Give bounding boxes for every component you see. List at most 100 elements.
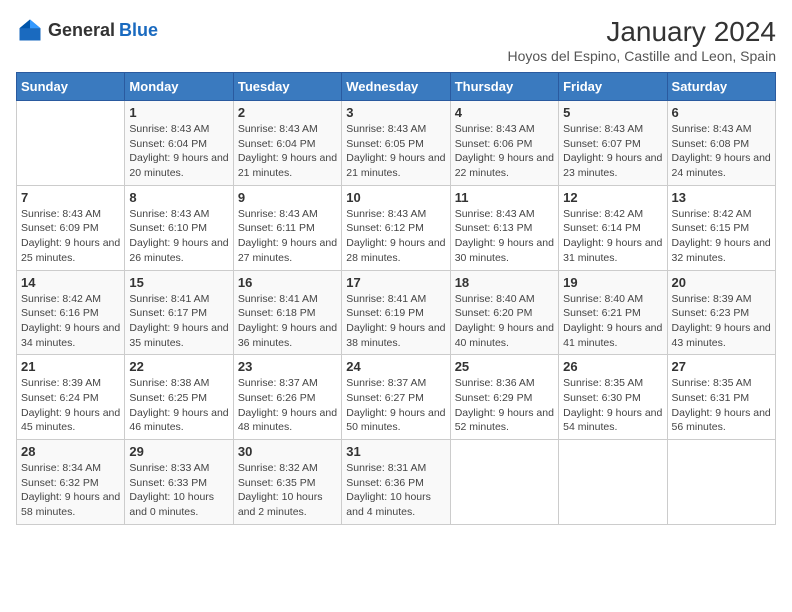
day-number: 8 bbox=[129, 190, 228, 205]
weekday-header-saturday: Saturday bbox=[667, 73, 775, 101]
day-info: Sunrise: 8:43 AMSunset: 6:04 PMDaylight:… bbox=[238, 122, 337, 181]
day-info: Sunrise: 8:35 AMSunset: 6:30 PMDaylight:… bbox=[563, 376, 662, 435]
day-number: 26 bbox=[563, 359, 662, 374]
calendar-cell: 18Sunrise: 8:40 AMSunset: 6:20 PMDayligh… bbox=[450, 270, 558, 355]
day-number: 14 bbox=[21, 275, 120, 290]
calendar-cell: 20Sunrise: 8:39 AMSunset: 6:23 PMDayligh… bbox=[667, 270, 775, 355]
calendar-cell: 28 Sunrise: 8:34 AMSunset: 6:32 PMDayligh… bbox=[17, 440, 125, 525]
calendar-cell: 12Sunrise: 8:42 AMSunset: 6:14 PMDayligh… bbox=[559, 185, 667, 270]
day-number: 3 bbox=[346, 105, 445, 120]
calendar-cell: 24Sunrise: 8:37 AMSunset: 6:27 PMDayligh… bbox=[342, 355, 450, 440]
calendar-cell: 7Sunrise: 8:43 AMSunset: 6:09 PMDaylight… bbox=[17, 185, 125, 270]
day-number: 31 bbox=[346, 444, 445, 459]
day-info: Sunrise: 8:31 AMSunset: 6:36 PMDaylight:… bbox=[346, 461, 445, 520]
day-info: Sunrise: 8:37 AMSunset: 6:27 PMDaylight:… bbox=[346, 376, 445, 435]
month-year: January 2024 bbox=[507, 16, 776, 48]
day-info: Sunrise: 8:40 AMSunset: 6:20 PMDaylight:… bbox=[455, 292, 554, 351]
calendar-cell: 16 Sunrise: 8:41 AMSunset: 6:18 PMDayligh… bbox=[233, 270, 341, 355]
calendar-cell: 21Sunrise: 8:39 AMSunset: 6:24 PMDayligh… bbox=[17, 355, 125, 440]
calendar-cell bbox=[667, 440, 775, 525]
calendar-cell bbox=[17, 101, 125, 186]
day-info: Sunrise: 8:32 AMSunset: 6:35 PMDaylight:… bbox=[238, 461, 337, 520]
weekday-header-sunday: Sunday bbox=[17, 73, 125, 101]
day-info: Sunrise: 8:35 AMSunset: 6:31 PMDaylight:… bbox=[672, 376, 771, 435]
day-info: Sunrise: 8:40 AMSunset: 6:21 PMDaylight:… bbox=[563, 292, 662, 351]
day-number: 30 bbox=[238, 444, 337, 459]
page-header: GeneralBlue January 2024 Hoyos del Espin… bbox=[16, 16, 776, 64]
calendar-cell: 3Sunrise: 8:43 AMSunset: 6:05 PMDaylight… bbox=[342, 101, 450, 186]
day-info: Sunrise: 8:43 AMSunset: 6:08 PMDaylight:… bbox=[672, 122, 771, 181]
calendar-week-5: 28 Sunrise: 8:34 AMSunset: 6:32 PMDayligh… bbox=[17, 440, 776, 525]
day-number: 22 bbox=[129, 359, 228, 374]
calendar-cell: 2 Sunrise: 8:43 AMSunset: 6:04 PMDaylight… bbox=[233, 101, 341, 186]
day-number: 6 bbox=[672, 105, 771, 120]
day-number: 12 bbox=[563, 190, 662, 205]
calendar-table: SundayMondayTuesdayWednesdayThursdayFrid… bbox=[16, 72, 776, 525]
calendar-cell: 11 Sunrise: 8:43 AMSunset: 6:13 PMDayligh… bbox=[450, 185, 558, 270]
day-number: 5 bbox=[563, 105, 662, 120]
day-info: Sunrise: 8:34 AMSunset: 6:32 PMDaylight:… bbox=[21, 461, 120, 520]
day-info: Sunrise: 8:33 AMSunset: 6:33 PMDaylight:… bbox=[129, 461, 228, 520]
calendar-week-4: 21Sunrise: 8:39 AMSunset: 6:24 PMDayligh… bbox=[17, 355, 776, 440]
day-info: Sunrise: 8:41 AMSunset: 6:19 PMDaylight:… bbox=[346, 292, 445, 351]
day-number: 16 bbox=[238, 275, 337, 290]
calendar-cell bbox=[559, 440, 667, 525]
calendar-cell: 26 Sunrise: 8:35 AMSunset: 6:30 PMDayligh… bbox=[559, 355, 667, 440]
calendar-cell: 15 Sunrise: 8:41 AMSunset: 6:17 PMDayligh… bbox=[125, 270, 233, 355]
weekday-header-tuesday: Tuesday bbox=[233, 73, 341, 101]
day-number: 17 bbox=[346, 275, 445, 290]
day-number: 2 bbox=[238, 105, 337, 120]
title-block: January 2024 Hoyos del Espino, Castille … bbox=[507, 16, 776, 64]
logo-icon bbox=[16, 16, 44, 44]
day-number: 11 bbox=[455, 190, 554, 205]
weekday-header-wednesday: Wednesday bbox=[342, 73, 450, 101]
day-info: Sunrise: 8:43 AMSunset: 6:10 PMDaylight:… bbox=[129, 207, 228, 266]
day-number: 9 bbox=[238, 190, 337, 205]
day-info: Sunrise: 8:36 AMSunset: 6:29 PMDaylight:… bbox=[455, 376, 554, 435]
day-info: Sunrise: 8:43 AMSunset: 6:11 PMDaylight:… bbox=[238, 207, 337, 266]
location: Hoyos del Espino, Castille and Leon, Spa… bbox=[507, 48, 776, 64]
calendar-week-1: 1 Sunrise: 8:43 AMSunset: 6:04 PMDaylight… bbox=[17, 101, 776, 186]
calendar-cell: 8 Sunrise: 8:43 AMSunset: 6:10 PMDaylight… bbox=[125, 185, 233, 270]
day-number: 20 bbox=[672, 275, 771, 290]
day-number: 21 bbox=[21, 359, 120, 374]
calendar-cell: 5 Sunrise: 8:43 AMSunset: 6:07 PMDaylight… bbox=[559, 101, 667, 186]
weekday-header-monday: Monday bbox=[125, 73, 233, 101]
day-info: Sunrise: 8:43 AMSunset: 6:09 PMDaylight:… bbox=[21, 207, 120, 266]
day-number: 1 bbox=[129, 105, 228, 120]
calendar-cell: 22Sunrise: 8:38 AMSunset: 6:25 PMDayligh… bbox=[125, 355, 233, 440]
day-number: 29 bbox=[129, 444, 228, 459]
day-info: Sunrise: 8:43 AMSunset: 6:04 PMDaylight:… bbox=[129, 122, 228, 181]
calendar-cell: 9 Sunrise: 8:43 AMSunset: 6:11 PMDaylight… bbox=[233, 185, 341, 270]
calendar-cell: 29 Sunrise: 8:33 AMSunset: 6:33 PMDayligh… bbox=[125, 440, 233, 525]
calendar-week-2: 7Sunrise: 8:43 AMSunset: 6:09 PMDaylight… bbox=[17, 185, 776, 270]
calendar-cell: 30 Sunrise: 8:32 AMSunset: 6:35 PMDayligh… bbox=[233, 440, 341, 525]
day-number: 15 bbox=[129, 275, 228, 290]
weekday-header-thursday: Thursday bbox=[450, 73, 558, 101]
calendar-cell: 6 Sunrise: 8:43 AMSunset: 6:08 PMDaylight… bbox=[667, 101, 775, 186]
day-number: 28 bbox=[21, 444, 120, 459]
day-info: Sunrise: 8:41 AMSunset: 6:18 PMDaylight:… bbox=[238, 292, 337, 351]
calendar-cell: 19Sunrise: 8:40 AMSunset: 6:21 PMDayligh… bbox=[559, 270, 667, 355]
calendar-week-3: 14Sunrise: 8:42 AMSunset: 6:16 PMDayligh… bbox=[17, 270, 776, 355]
logo-general: General bbox=[48, 20, 115, 41]
calendar-cell: 14Sunrise: 8:42 AMSunset: 6:16 PMDayligh… bbox=[17, 270, 125, 355]
day-number: 13 bbox=[672, 190, 771, 205]
calendar-body: 1 Sunrise: 8:43 AMSunset: 6:04 PMDaylight… bbox=[17, 101, 776, 525]
day-number: 4 bbox=[455, 105, 554, 120]
day-info: Sunrise: 8:42 AMSunset: 6:15 PMDaylight:… bbox=[672, 207, 771, 266]
calendar-cell: 1 Sunrise: 8:43 AMSunset: 6:04 PMDaylight… bbox=[125, 101, 233, 186]
logo-blue-text: Blue bbox=[119, 20, 158, 41]
calendar-cell bbox=[450, 440, 558, 525]
calendar-cell: 23Sunrise: 8:37 AMSunset: 6:26 PMDayligh… bbox=[233, 355, 341, 440]
calendar-cell: 27 Sunrise: 8:35 AMSunset: 6:31 PMDayligh… bbox=[667, 355, 775, 440]
day-number: 27 bbox=[672, 359, 771, 374]
calendar-cell: 10Sunrise: 8:43 AMSunset: 6:12 PMDayligh… bbox=[342, 185, 450, 270]
weekday-header-friday: Friday bbox=[559, 73, 667, 101]
day-info: Sunrise: 8:43 AMSunset: 6:06 PMDaylight:… bbox=[455, 122, 554, 181]
logo: GeneralBlue bbox=[16, 16, 158, 44]
day-info: Sunrise: 8:43 AMSunset: 6:13 PMDaylight:… bbox=[455, 207, 554, 266]
day-info: Sunrise: 8:41 AMSunset: 6:17 PMDaylight:… bbox=[129, 292, 228, 351]
day-info: Sunrise: 8:43 AMSunset: 6:07 PMDaylight:… bbox=[563, 122, 662, 181]
day-number: 10 bbox=[346, 190, 445, 205]
